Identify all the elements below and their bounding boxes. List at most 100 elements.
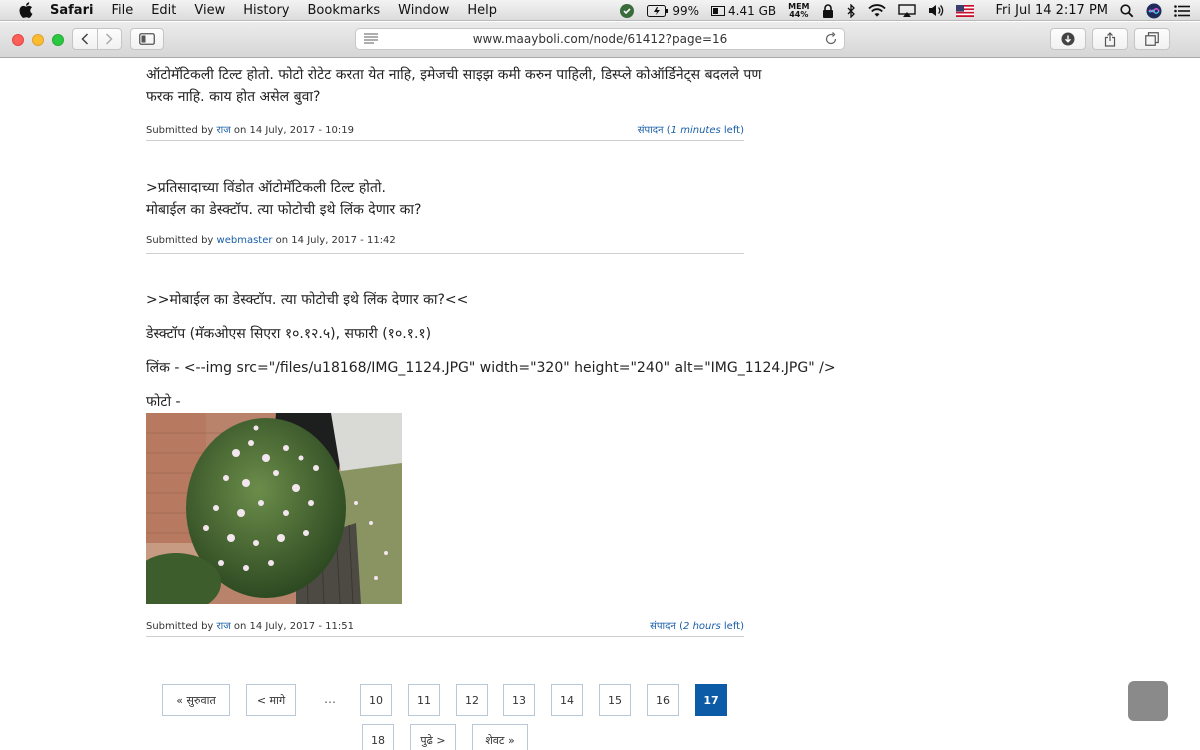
scroll-to-top-button[interactable]	[1128, 681, 1168, 721]
menu-help[interactable]: Help	[467, 3, 497, 18]
battery-percent: 99%	[672, 3, 700, 18]
pager-previous[interactable]: < मागे	[246, 684, 296, 716]
submitted-by-label: Submitted by	[146, 125, 214, 136]
menu-bookmarks[interactable]: Bookmarks	[308, 3, 381, 18]
memory-percent: 44%	[789, 9, 809, 19]
sidebar-icon	[139, 33, 155, 45]
tabs-icon	[1145, 32, 1159, 46]
siri-icon[interactable]	[1146, 3, 1162, 19]
reader-icon[interactable]	[364, 33, 378, 47]
chevron-left-icon	[81, 33, 88, 45]
comment-divider	[146, 140, 744, 141]
comment-3-edit-link[interactable]: संपादन	[650, 621, 676, 632]
sidebar-button[interactable]	[130, 28, 164, 50]
pager-next[interactable]: पुढे >	[410, 724, 456, 750]
pager-first[interactable]: « सुरुवात	[162, 684, 230, 716]
memory-status[interactable]: 4.41 GB	[711, 4, 776, 18]
pager-page-11[interactable]: 11	[408, 684, 440, 716]
comment-1-author-link[interactable]: राज	[217, 125, 231, 136]
comment-3-author-link[interactable]: राज	[217, 621, 231, 632]
address-bar[interactable]: www.maayboli.com/node/61412?page=16	[355, 28, 845, 50]
back-forward-group	[72, 28, 122, 50]
memory-amount: 4.41 GB	[728, 3, 777, 18]
share-icon	[1104, 31, 1116, 47]
safari-toolbar: www.maayboli.com/node/61412?page=16 +	[0, 22, 1200, 77]
close-window-button[interactable]	[12, 34, 24, 46]
lock-icon[interactable]	[822, 3, 834, 18]
minimize-window-button[interactable]	[32, 34, 44, 46]
apple-icon[interactable]	[18, 2, 34, 18]
comments-column: ऑटोमॅटिकली टिल्ट होतो. फोटो रोटेट करता य…	[146, 58, 836, 637]
comment-1-edit-link[interactable]: संपादन	[638, 125, 664, 136]
battery-icon	[647, 4, 669, 17]
forward-button[interactable]	[98, 29, 122, 49]
comment-1-line-1: ऑटोमॅटिकली टिल्ट होतो. फोटो रोटेट करता य…	[146, 67, 762, 83]
spotlight-search-icon[interactable]	[1120, 3, 1134, 18]
comment-3-photo[interactable]	[146, 413, 402, 604]
comment-2-date: on 14 July, 2017 - 11:42	[275, 235, 396, 246]
menu-file[interactable]: File	[111, 3, 133, 18]
submitted-by-label: Submitted by	[146, 235, 214, 246]
pager-page-12[interactable]: 12	[456, 684, 488, 716]
wifi-icon[interactable]	[867, 4, 886, 17]
pager-page-16[interactable]: 16	[647, 684, 679, 716]
flower-bush-photo	[146, 413, 402, 604]
comment-2-author-link[interactable]: webmaster	[217, 235, 273, 246]
menu-history[interactable]: History	[243, 3, 289, 18]
us-flag-icon[interactable]	[955, 4, 974, 17]
memory-chip-icon	[711, 5, 726, 16]
menubar-status-area: 99% 4.41 GB MEM 44% Fri Jul 14 2:17 PM	[619, 0, 1190, 21]
comment-2-meta: Submitted by webmaster on 14 July, 2017 …	[146, 235, 744, 251]
submitted-by-label: Submitted by	[146, 621, 214, 632]
show-tabs-button[interactable]	[1134, 28, 1170, 50]
back-button[interactable]	[73, 29, 97, 49]
pager-page-17-current[interactable]: 17	[695, 684, 727, 716]
comment-3-meta: Submitted by राज on 14 July, 2017 - 11:5…	[146, 618, 744, 634]
battery-status[interactable]: 99%	[647, 4, 699, 18]
reload-icon[interactable]	[824, 32, 838, 49]
pager-page-18[interactable]: 18	[362, 724, 394, 750]
url-text: www.maayboli.com/node/61412?page=16	[472, 32, 728, 46]
web-page: ऑटोमॅटिकली टिल्ट होतो. फोटो रोटेट करता य…	[0, 58, 1200, 750]
download-icon	[1061, 32, 1075, 46]
menu-view[interactable]: View	[194, 3, 225, 18]
pager-page-15[interactable]: 15	[599, 684, 631, 716]
airplay-icon[interactable]	[897, 3, 916, 18]
menu-safari[interactable]: Safari	[50, 3, 93, 18]
macos-menubar: Safari File Edit View History Bookmarks …	[0, 0, 1200, 21]
comment-1-text: ऑटोमॅटिकली टिल्ट होतो. फोटो रोटेट करता य…	[146, 64, 762, 108]
comment-2-line-2: मोबाईल का डेस्क्टॉप. त्या फोटोची इथे लिं…	[146, 202, 422, 218]
downloads-button[interactable]	[1050, 28, 1086, 50]
comment-1-edit: संपादन (1 minutes left)	[637, 125, 744, 136]
comment-divider	[146, 636, 744, 637]
comment-1-meta: Submitted by राज on 14 July, 2017 - 10:1…	[146, 122, 744, 138]
pager-page-10[interactable]: 10	[360, 684, 392, 716]
zoom-window-button[interactable]	[52, 34, 64, 46]
comment-3-edit-left: left	[723, 621, 741, 632]
pager-ellipsis: …	[324, 692, 336, 706]
share-button[interactable]	[1092, 28, 1128, 50]
comment-1-line-2: फरक नाहि. काय होत असेल बुवा?	[146, 89, 321, 105]
comment-3-desktop: डेस्क्टॉप (मॅकओएस सिएरा १०.१२.५), सफारी …	[146, 326, 432, 342]
comment-1-edit-time: 1 minutes	[670, 125, 721, 136]
comment-2-text: >प्रतिसादाच्या विंडोत ऑटोमॅटिकली टिल्ट ह…	[146, 177, 744, 221]
comment-3-quote: >>मोबाईल का डेस्क्टॉप. त्या फोटोची इथे ल…	[146, 292, 469, 308]
menu-edit[interactable]: Edit	[151, 3, 176, 18]
comment-3-edit: संपादन (2 hours left)	[650, 621, 744, 632]
memory-meter[interactable]: MEM 44%	[788, 2, 809, 19]
bluetooth-icon[interactable]	[846, 3, 856, 18]
volume-icon[interactable]	[928, 4, 944, 17]
clock[interactable]: Fri Jul 14 2:17 PM	[996, 3, 1109, 18]
pager-last[interactable]: शेवट »	[472, 724, 528, 750]
comment-3-edit-time: 2 hours	[683, 621, 721, 632]
pager-page-13[interactable]: 13	[503, 684, 535, 716]
menu-window[interactable]: Window	[398, 3, 449, 18]
comment-3-link-text: लिंक - <--img src="/files/u18168/IMG_112…	[146, 360, 836, 376]
pager-page-14[interactable]: 14	[551, 684, 583, 716]
comment-divider	[146, 253, 744, 254]
notification-center-icon[interactable]	[1174, 4, 1190, 17]
comment-2-line-1: >प्रतिसादाच्या विंडोत ऑटोमॅटिकली टिल्ट ह…	[146, 180, 386, 196]
comment-3-photo-label: फोटो -	[146, 394, 181, 410]
app-status-icon[interactable]	[619, 3, 635, 19]
comment-1-edit-left: left	[723, 125, 741, 136]
